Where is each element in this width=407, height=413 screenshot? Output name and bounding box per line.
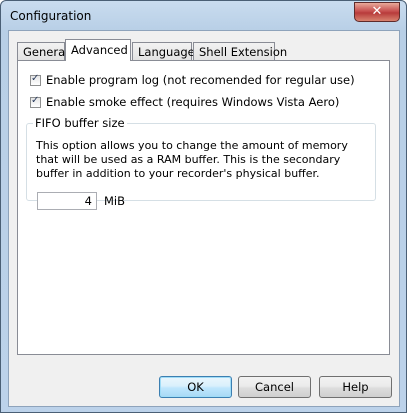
- configuration-window: Configuration ✕ General Advanced Languag…: [0, 0, 407, 413]
- tab-advanced[interactable]: Advanced: [65, 39, 131, 61]
- enable-smoke-option[interactable]: ✓ Enable smoke effect (requires Windows …: [30, 95, 339, 109]
- ok-button[interactable]: OK: [159, 376, 232, 398]
- advanced-panel: ✓ Enable program log (not recomended for…: [17, 60, 390, 355]
- tab-general[interactable]: General: [17, 42, 68, 60]
- fifo-description: This option allows you to change the amo…: [36, 139, 348, 180]
- enable-log-option[interactable]: ✓ Enable program log (not recomended for…: [30, 73, 355, 87]
- cancel-button[interactable]: Cancel: [238, 376, 311, 398]
- enable-log-label: Enable program log (not recomended for r…: [46, 73, 355, 87]
- close-icon: ✕: [371, 4, 383, 19]
- enable-smoke-label: Enable smoke effect (requires Windows Vi…: [46, 95, 340, 109]
- fifo-group: FIFO buffer size This option allows you …: [26, 116, 376, 210]
- checkmark-icon: ✓: [31, 94, 40, 106]
- help-button[interactable]: Help: [319, 376, 392, 398]
- fifo-size-input[interactable]: 4: [37, 192, 97, 210]
- fifo-unit-label: MiB: [104, 194, 126, 208]
- checkmark-icon: ✓: [31, 72, 40, 84]
- close-button[interactable]: ✕: [354, 2, 400, 22]
- fifo-legend: FIFO buffer size: [35, 116, 125, 130]
- enable-smoke-checkbox[interactable]: ✓: [30, 94, 41, 108]
- tab-language[interactable]: Language: [132, 42, 195, 60]
- title-bar[interactable]: Configuration ✕: [1, 1, 406, 29]
- window-title: Configuration: [10, 9, 92, 23]
- enable-log-checkbox[interactable]: ✓: [30, 72, 41, 86]
- tab-shell-extension[interactable]: Shell Extension: [193, 42, 287, 60]
- dialog-client-area: General Advanced Language Shell Extensio…: [8, 30, 400, 407]
